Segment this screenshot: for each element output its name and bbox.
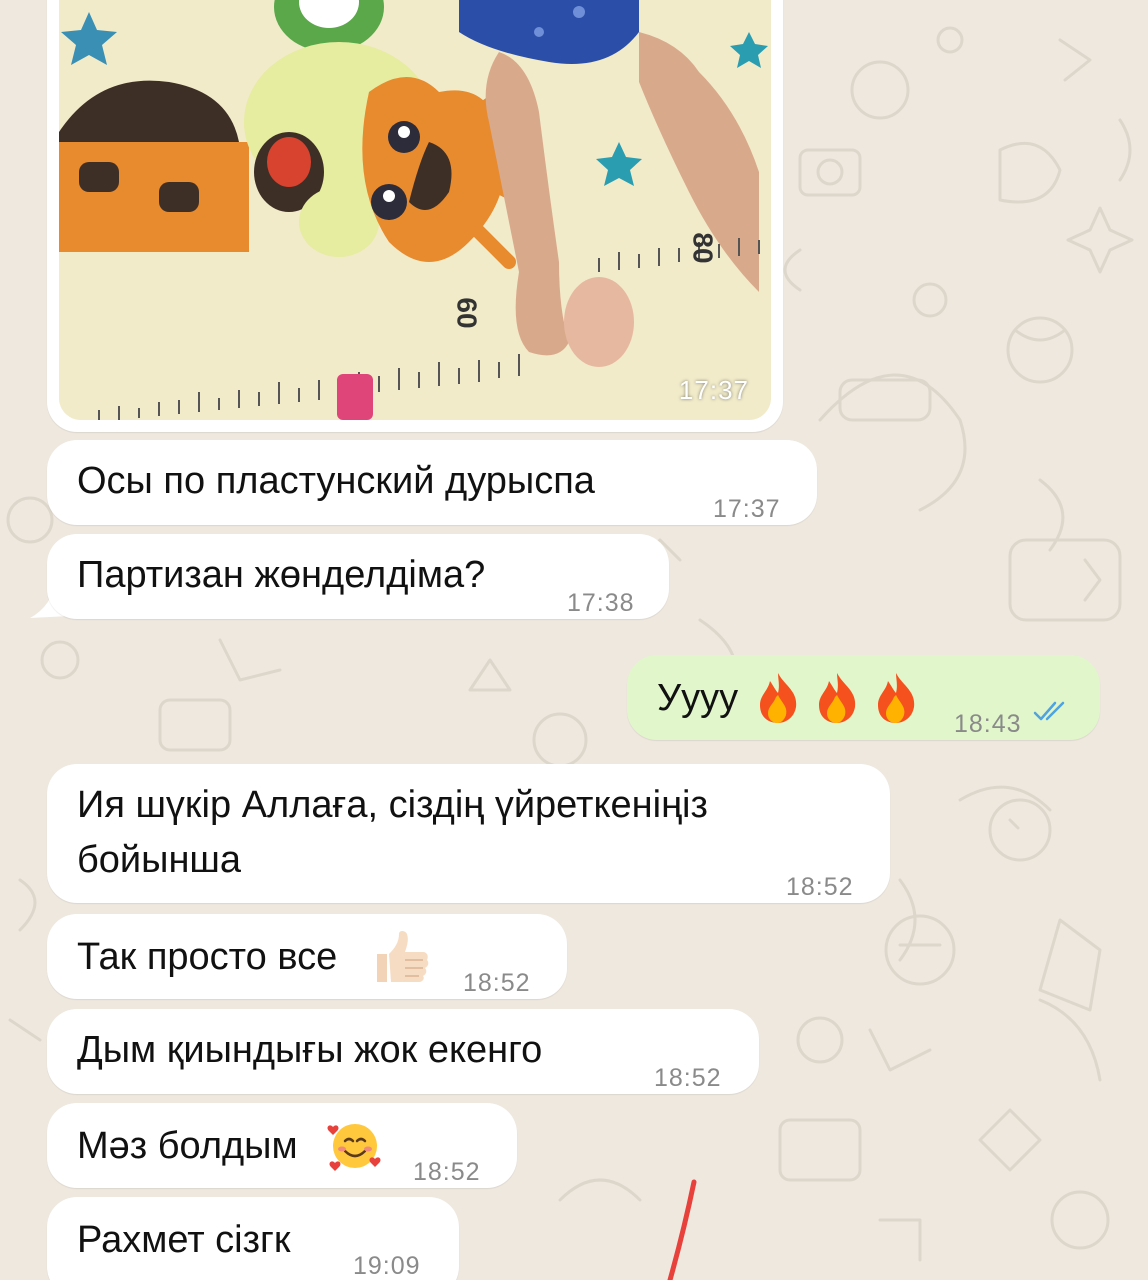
red-annotation-stroke [667, 1179, 697, 1280]
chat-background: 60 80 17:37 Осы по пластунский дурыспа 1… [0, 0, 1148, 1280]
